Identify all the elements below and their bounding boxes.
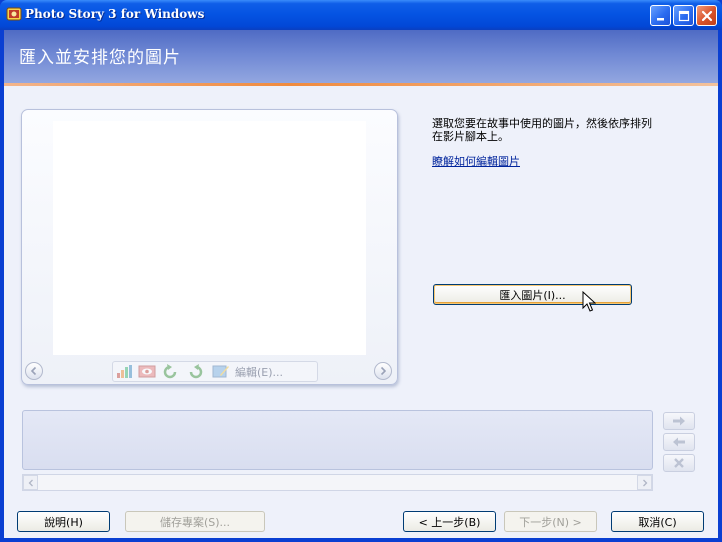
help-button[interactable]: 說明(H)	[17, 511, 110, 532]
window-title: Photo Story 3 for Windows	[25, 7, 205, 21]
edit-button[interactable]: 編輯(E)...	[235, 364, 283, 380]
window-frame-bottom	[0, 538, 722, 542]
next-picture-button[interactable]	[374, 362, 392, 380]
mouse-cursor-icon	[582, 290, 597, 316]
move-picture-right-button[interactable]	[663, 412, 695, 430]
rotate-right-icon[interactable]	[186, 363, 204, 380]
scroll-right-icon	[642, 479, 647, 486]
photo-story-app-icon[interactable]	[6, 6, 22, 22]
instruction-line-1: 選取您要在故事中使用的圖片，然後依序排列	[432, 117, 652, 130]
arrow-right-icon	[673, 416, 685, 426]
scroll-left-icon	[28, 479, 33, 486]
filmstrip-scrollbar[interactable]	[22, 474, 653, 491]
instruction-text: 選取您要在故事中使用的圖片，然後依序排列 在影片腳本上。	[432, 117, 692, 143]
header-accent-stripe	[4, 83, 718, 86]
levels-icon[interactable]	[115, 363, 133, 380]
maximize-icon	[678, 10, 689, 21]
import-pictures-button[interactable]: 匯入圖片(I)...	[433, 284, 632, 305]
red-eye-icon[interactable]	[138, 363, 156, 380]
filmstrip[interactable]	[22, 410, 653, 470]
next-button[interactable]: 下一步(N) >	[504, 511, 597, 532]
cancel-button[interactable]: 取消(C)	[611, 511, 704, 532]
minimize-button[interactable]	[650, 5, 671, 26]
save-project-button[interactable]: 儲存專案(S)...	[125, 511, 265, 532]
close-button[interactable]	[696, 5, 717, 26]
close-icon	[701, 10, 712, 21]
window-frame-right	[718, 30, 722, 542]
learn-edit-pictures-link[interactable]: 瞭解如何編輯圖片	[432, 153, 520, 169]
scroll-right-button[interactable]	[637, 475, 652, 490]
page-title: 匯入並安排您的圖片	[19, 48, 181, 68]
move-picture-left-button[interactable]	[663, 433, 695, 451]
import-pictures-label: 匯入圖片(I)...	[499, 288, 566, 302]
delete-icon	[674, 458, 684, 468]
previous-picture-button[interactable]	[25, 362, 43, 380]
arrow-left-icon	[30, 366, 37, 376]
scroll-left-button[interactable]	[23, 475, 38, 490]
remove-picture-button[interactable]	[663, 454, 695, 472]
arrow-right-icon	[380, 366, 387, 376]
rotate-left-icon[interactable]	[162, 363, 180, 380]
edit-picture-icon[interactable]	[212, 363, 230, 380]
minimize-icon	[656, 17, 664, 20]
preview-image-area	[53, 121, 366, 355]
back-button[interactable]: < 上一步(B)	[403, 511, 496, 532]
maximize-button[interactable]	[673, 5, 694, 26]
instruction-line-2: 在影片腳本上。	[432, 130, 509, 143]
arrow-left-icon	[673, 437, 685, 447]
